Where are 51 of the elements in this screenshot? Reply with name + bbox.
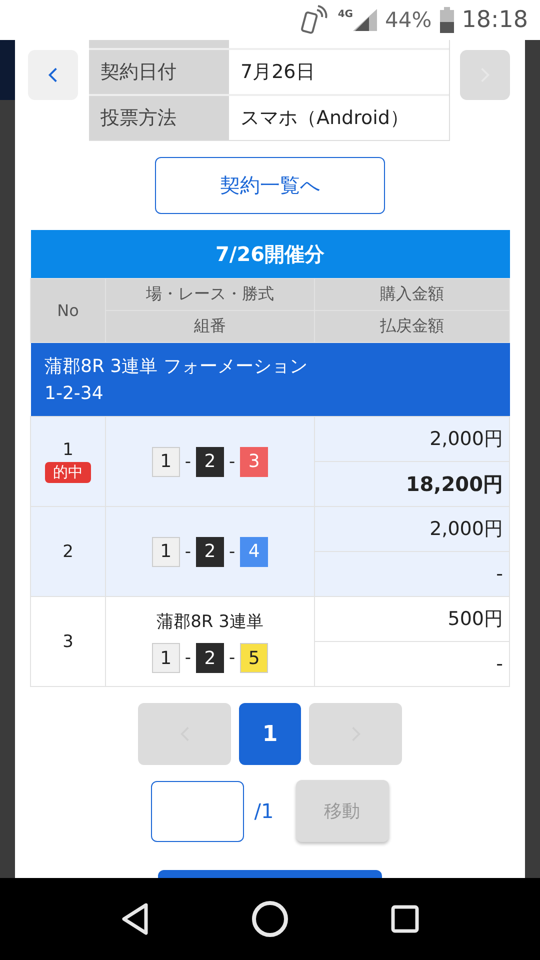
boat-number: 1 [152,446,180,476]
boat-number: 1 [152,536,180,566]
row-number: 3 [62,632,74,652]
table-title: 7/26開催分 [30,230,510,278]
info-value: スマホ（Android） [228,94,448,140]
boat-number: 3 [240,446,268,476]
page-input-field[interactable] [151,780,244,842]
dash-separator: - [184,648,191,668]
purchase-amount: 2,000円 [314,416,510,462]
network-label: 4G [338,9,354,20]
dash-separator: - [184,542,191,562]
group-title: 蒲郡8R 3連単 フォーメーション [44,354,308,378]
purchase-amount: 2,000円 [314,506,510,552]
dash-separator: - [229,648,236,668]
home-icon[interactable] [250,900,289,938]
boat-number: 2 [196,446,224,476]
clock-time: 18:18 [462,7,528,33]
payout-amount: - [314,552,510,596]
group-combination: 1-2-34 [44,382,104,406]
boat-number: 5 [240,643,268,673]
page-total: /1 [254,799,274,823]
dash-separator: - [184,452,191,472]
dash-separator: - [229,452,236,472]
payout-amount: 18,200円 [314,462,510,506]
signal-icon [353,9,378,31]
page-button[interactable]: 1 [239,703,301,765]
boat-number: 1 [152,643,180,673]
dash-separator: - [229,542,236,562]
column-header: 組番 [106,310,314,342]
nfc-phone-icon [300,4,330,36]
info-label: 契約日付 [88,48,228,94]
info-label: 投票方法 [88,94,228,140]
column-header: No [30,278,106,342]
recents-icon[interactable] [390,904,420,934]
back-icon[interactable] [120,902,150,936]
column-header: 払戻金額 [314,310,510,342]
column-header: 購入金額 [314,278,510,310]
battery-percent: 44% [385,8,432,32]
row-number: 1 [62,440,74,460]
column-header: 場・レース・勝式 [106,278,314,310]
race-label: 蒲郡8R 3連単 [156,611,264,633]
payout-amount: - [314,642,510,686]
battery-icon [440,7,454,33]
boat-number: 2 [196,643,224,673]
purchase-amount: 500円 [314,596,510,642]
boat-number: 2 [196,536,224,566]
contract-list-button[interactable]: 契約一覧へ [155,157,385,214]
hit-badge: 的中 [45,462,91,483]
row-number: 2 [62,542,74,562]
info-value: 7月26日 [228,48,448,94]
boat-number: 4 [240,536,268,566]
